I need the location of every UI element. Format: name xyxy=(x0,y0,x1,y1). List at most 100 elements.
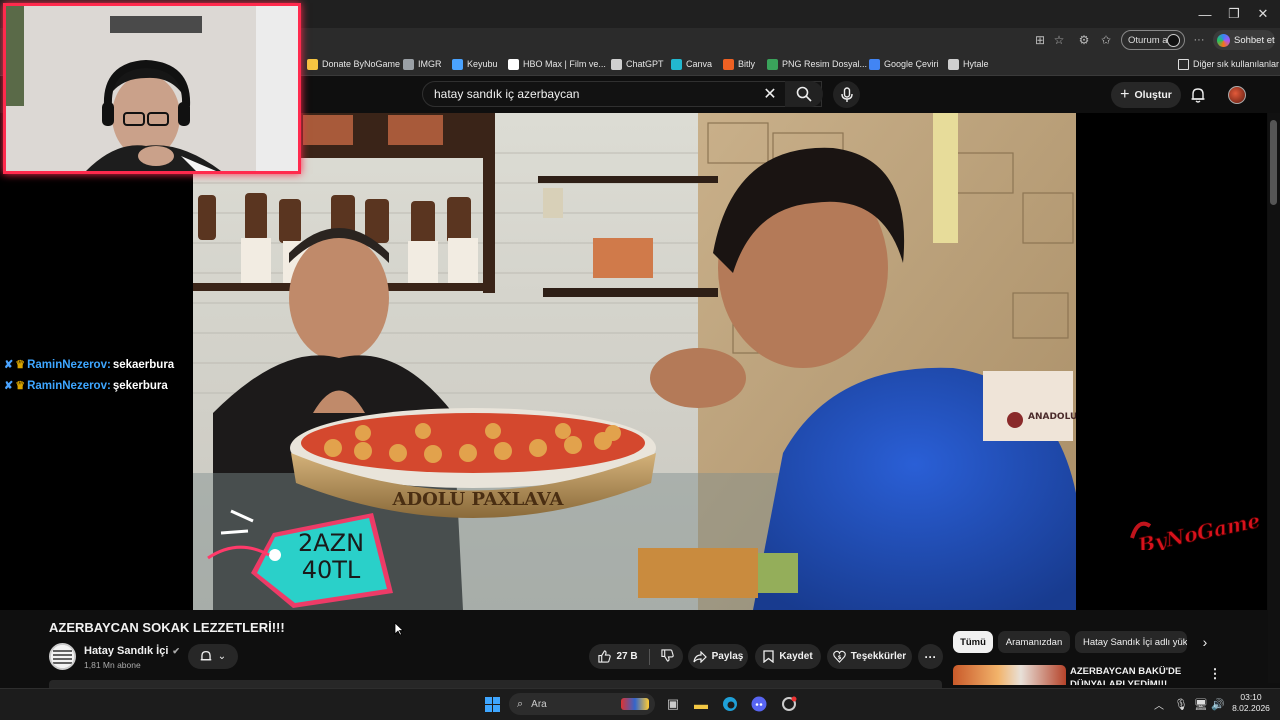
subscriber-count: 1,81 Mn abone xyxy=(84,660,141,670)
taskbar-search-label: Ara xyxy=(531,698,547,710)
create-button[interactable]: + Oluştur xyxy=(1111,82,1181,108)
bookmark-label: Google Çeviri xyxy=(884,59,939,69)
bookmark-icon xyxy=(763,650,774,663)
search-query-text[interactable]: hatay sandık iç azerbaycan xyxy=(434,87,579,101)
channel-avatar[interactable] xyxy=(49,643,76,670)
copilot-label: Sohbet et xyxy=(1234,34,1275,46)
bookmark-item[interactable]: HBO Max | Film ve... xyxy=(508,56,606,72)
chat-username: RaminNezerov: xyxy=(27,358,111,371)
search-icon xyxy=(796,86,812,102)
verified-icon: ✔ xyxy=(172,645,180,656)
bookmark-label: Bitly xyxy=(738,59,756,69)
bookmark-label: ChatGPT xyxy=(626,59,664,69)
bookmark-favicon-icon xyxy=(307,58,318,70)
edge-browser-icon[interactable] xyxy=(719,694,741,714)
bookmark-label: PNG Resim Dosyal... xyxy=(782,59,868,69)
video-scene: ADOLU PAXLAVA ANADOLU PAXLAVA 2AZN 40TL xyxy=(193,113,1076,610)
like-count: 27 B xyxy=(616,651,638,662)
task-view-icon[interactable]: ▣ xyxy=(662,694,684,714)
chip-channel-uploads[interactable]: Hatay Sandık İçi adlı yük xyxy=(1075,631,1187,653)
crown-badge-icon: ♛ xyxy=(15,359,26,371)
app-settings-icon[interactable] xyxy=(778,694,800,714)
more-vertical-icon[interactable]: ⋮ xyxy=(1208,666,1222,682)
share-label: Paylaş xyxy=(711,651,744,662)
discord-icon[interactable] xyxy=(748,694,770,714)
video-title: AZERBAYCAN SOKAK LEZZETLERİ!!! xyxy=(49,620,285,635)
like-button[interactable]: 27 B xyxy=(598,650,638,663)
bookmark-favicon-icon xyxy=(723,58,734,70)
sign-in-button[interactable]: Oturum aç xyxy=(1121,30,1185,50)
bookmark-item[interactable]: Bitly xyxy=(723,56,755,72)
account-avatar[interactable] xyxy=(1228,86,1246,104)
bookmark-item[interactable]: Hytale xyxy=(948,56,989,72)
taskbar-search-input[interactable]: ⌕ Ara xyxy=(509,693,655,715)
voice-search-button[interactable] xyxy=(833,81,860,108)
bookmark-favicon-icon xyxy=(403,58,414,70)
bookmark-item[interactable]: ChatGPT xyxy=(611,56,664,72)
dislike-button[interactable] xyxy=(660,648,674,665)
bookmark-item[interactable]: PNG Resim Dosyal... xyxy=(767,56,867,72)
sign-in-label: Oturum aç xyxy=(1128,34,1173,46)
svg-text:$: $ xyxy=(837,655,841,661)
video-frame[interactable]: ADOLU PAXLAVA ANADOLU PAXLAVA 2AZN 40TL xyxy=(193,113,1076,610)
bookmark-label: Donate ByNoGame xyxy=(322,59,401,69)
clear-search-icon[interactable]: ✕ xyxy=(760,84,780,104)
bell-icon xyxy=(200,650,212,661)
favorites-icon[interactable]: ✩ xyxy=(1097,32,1115,48)
thanks-heart-dollar-icon: $ xyxy=(833,650,846,663)
taskbar-clock[interactable]: 03:10 8.02.2026 xyxy=(1226,692,1276,714)
favorite-star-icon[interactable]: ☆ xyxy=(1050,32,1068,48)
plus-icon: + xyxy=(1120,86,1130,103)
tray-engraving-text: ADOLU PAXLAVA xyxy=(392,489,565,510)
chip-all[interactable]: Tümü xyxy=(953,631,993,653)
file-explorer-icon[interactable]: ▬ xyxy=(690,694,712,714)
channel-name-link[interactable]: Hatay Sandık İçi ✔ xyxy=(84,645,180,657)
like-dislike-group: 27 B xyxy=(589,644,683,669)
bookmark-favicon-icon xyxy=(452,58,463,70)
bookmark-item[interactable]: Google Çeviri xyxy=(869,56,939,72)
recommended-video-title[interactable]: AZERBAYCAN BAKÜ'DE DÜNYALARI YEDİM!!! xyxy=(1070,665,1195,685)
thanks-label: Teşekkürler xyxy=(850,651,907,662)
shop-sign-text: ANADOLU PAXLAVA xyxy=(1028,412,1076,422)
more-actions-button[interactable]: ··· xyxy=(918,644,943,669)
other-bookmarks-label: Diğer sık kullanılanlar xyxy=(1193,59,1280,69)
search-icon: ⌕ xyxy=(517,697,524,710)
bookmark-item[interactable]: Donate ByNoGame xyxy=(307,56,400,72)
chat-username: RaminNezerov: xyxy=(27,379,111,392)
channel-name: Hatay Sandık İçi xyxy=(84,645,169,657)
description-box[interactable] xyxy=(49,680,942,688)
bell-icon xyxy=(1191,88,1205,103)
thanks-button[interactable]: $ Teşekkürler xyxy=(827,644,912,669)
scrollbar-thumb[interactable] xyxy=(1270,120,1277,205)
close-window-icon[interactable]: ✕ xyxy=(1246,0,1280,28)
bookmark-label: IMGR xyxy=(418,59,442,69)
sword-badge-icon: ✘ xyxy=(4,380,14,392)
chevron-right-icon[interactable]: › xyxy=(1194,631,1216,653)
windows-start-icon[interactable] xyxy=(481,694,503,714)
share-button[interactable]: Paylaş xyxy=(688,644,748,669)
recommended-video-thumbnail[interactable] xyxy=(953,665,1066,685)
extensions-icon[interactable]: ⚙ xyxy=(1075,32,1093,48)
thumbs-down-icon xyxy=(660,648,674,662)
search-button[interactable] xyxy=(785,81,823,107)
save-label: Kaydet xyxy=(779,651,813,662)
copilot-icon xyxy=(1217,33,1230,47)
chat-text: şekerbura xyxy=(112,379,168,392)
microphone-icon[interactable]: 🎙 xyxy=(1170,694,1192,714)
bookmark-label: Keyubu xyxy=(467,59,498,69)
other-bookmarks-folder[interactable]: Diğer sık kullanılanlar xyxy=(1178,56,1279,72)
save-button[interactable]: Kaydet xyxy=(755,644,821,669)
bookmark-item[interactable]: IMGR xyxy=(403,56,442,72)
bookmark-item[interactable]: Keyubu xyxy=(452,56,498,72)
chevron-up-icon[interactable]: ︿ xyxy=(1148,694,1170,714)
webcam-scene xyxy=(6,6,298,171)
notifications-button[interactable] xyxy=(1188,85,1208,105)
copilot-chat-button[interactable]: Sohbet et xyxy=(1213,30,1275,50)
app-available-icon[interactable]: ⊞ xyxy=(1031,32,1049,48)
chip-from-search[interactable]: Aramanızdan xyxy=(998,631,1070,653)
price-azn-text: 2AZN xyxy=(298,529,364,557)
browser-menu-icon[interactable]: ··· xyxy=(1190,32,1208,48)
watermark-text: ByNoGame xyxy=(1135,508,1262,550)
subscription-notifications-button[interactable]: ⌄ xyxy=(188,644,238,669)
bookmark-item[interactable]: Canva xyxy=(671,56,712,72)
